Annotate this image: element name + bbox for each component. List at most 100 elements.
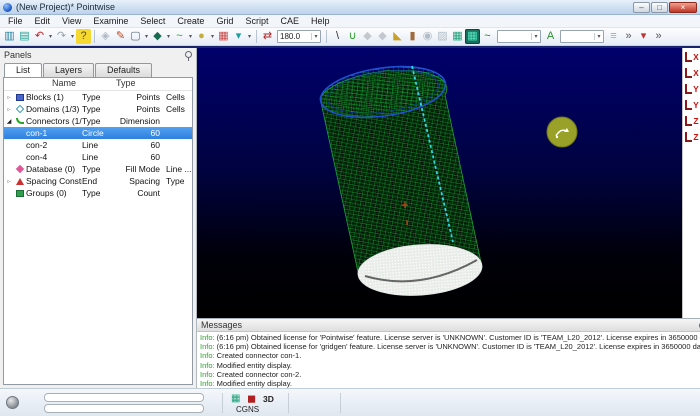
dimension-combo-2[interactable]: ▾: [560, 30, 604, 43]
expander-icon[interactable]: ▹: [4, 178, 14, 185]
messages-title: Messages: [201, 320, 699, 330]
expander-icon[interactable]: ◢: [4, 118, 14, 125]
surface-a-icon[interactable]: ◆: [360, 29, 375, 44]
view-minus-x-button[interactable]: X: [684, 65, 700, 80]
tab-layers[interactable]: Layers: [43, 63, 94, 77]
view-minus-z-button[interactable]: Z: [684, 129, 700, 144]
tree-row-con-2[interactable]: con-2Line60: [4, 139, 192, 151]
expander-icon[interactable]: ▹: [4, 106, 14, 113]
save-icon[interactable]: ▥: [2, 29, 17, 44]
panels-header: Panels: [0, 48, 196, 61]
tree-item-label: con-1: [26, 128, 82, 138]
info-tag: Info:: [200, 379, 215, 388]
unstructured-domain-icon[interactable]: ▦: [465, 29, 480, 44]
tree-item-label: Groups (0): [26, 188, 82, 198]
message-line: Info: Modified entity display.: [200, 361, 700, 370]
overflow-b-icon[interactable]: »: [651, 29, 666, 44]
close-button[interactable]: ×: [669, 2, 697, 13]
layers-icon[interactable]: ≡: [606, 29, 621, 44]
spacing-mask-icon[interactable]: ▾: [636, 29, 651, 44]
structured-domain-icon[interactable]: ▦: [450, 29, 465, 44]
view-minus-y-button[interactable]: Y: [684, 97, 700, 112]
toolbar-separator: [326, 30, 327, 43]
view-cube-icon[interactable]: ▢: [128, 29, 143, 44]
view-plus-y-button[interactable]: Y: [684, 81, 700, 96]
revolve-icon[interactable]: ◉: [420, 29, 435, 44]
menu-help[interactable]: Help: [305, 16, 336, 26]
create-point-icon[interactable]: ●: [194, 29, 209, 44]
tree-item-label: Spacing Constrai...: [26, 176, 82, 186]
chevron-down-icon[interactable]: ▾: [165, 33, 172, 40]
groups-icon: [14, 190, 26, 197]
connector-dimension-icon[interactable]: ~: [480, 29, 495, 44]
angle-combo[interactable]: 180.0▾: [277, 30, 321, 43]
solid-block-icon[interactable]: ▮: [405, 29, 420, 44]
redo-icon[interactable]: ↷: [54, 29, 69, 44]
help-icon[interactable]: ?: [76, 29, 91, 44]
tree-row-groups-0-[interactable]: Groups (0)TypeCount: [4, 187, 192, 199]
display-style-icon[interactable]: ✎: [113, 29, 128, 44]
menu-cae[interactable]: CAE: [274, 16, 305, 26]
chevron-down-icon[interactable]: ▾: [209, 33, 216, 40]
spacing-dimension-icon[interactable]: A: [543, 29, 558, 44]
chevron-down-icon[interactable]: ▾: [246, 33, 253, 40]
message-line: Info: Modified entity display.: [200, 379, 700, 388]
create-curve-icon[interactable]: ~: [172, 29, 187, 44]
expander-icon[interactable]: ▹: [4, 94, 14, 101]
tree-row-spacing-constrai-[interactable]: ▹Spacing Constrai...EndSpacingType: [4, 175, 192, 187]
chevron-down-icon[interactable]: ▾: [311, 33, 320, 40]
tree-row-con-4[interactable]: con-4Line60: [4, 151, 192, 163]
tree-item-col4: Line ...: [160, 164, 192, 174]
status-progress-bottom: [44, 404, 204, 413]
tree-row-connectors-1-3-[interactable]: ◢Connectors (1/3)TypeDimension: [4, 115, 192, 127]
mesh-gray-icon[interactable]: ▨: [435, 29, 450, 44]
info-tag: Info:: [200, 333, 215, 342]
mass-properties-icon[interactable]: ◈: [98, 29, 113, 44]
menu-select[interactable]: Select: [134, 16, 171, 26]
chevron-down-icon[interactable]: ▾: [594, 33, 603, 40]
toolbar-separator: [256, 30, 257, 43]
column-type[interactable]: Type: [116, 78, 136, 90]
select-mask-icon[interactable]: ▾: [231, 29, 246, 44]
tree-row-domains-1-3-[interactable]: ▹Domains (1/3)TypePointsCells: [4, 103, 192, 115]
rgb-grid-icon[interactable]: ▦: [216, 29, 231, 44]
menu-grid[interactable]: Grid: [210, 16, 239, 26]
maximize-button[interactable]: □: [651, 2, 668, 13]
view-plus-z-button[interactable]: Z: [684, 113, 700, 128]
menu-create[interactable]: Create: [171, 16, 210, 26]
tree-item-label: Domains (1/3): [26, 104, 82, 114]
surface-b-icon[interactable]: ◆: [375, 29, 390, 44]
menu-edit[interactable]: Edit: [29, 16, 57, 26]
tree-item-label: con-2: [26, 140, 82, 150]
tree-row-database-0-[interactable]: Database (0)TypeFill ModeLine ...: [4, 163, 192, 175]
chevron-down-icon[interactable]: ▾: [187, 33, 194, 40]
chevron-down-icon[interactable]: ▾: [531, 33, 540, 40]
undo-icon[interactable]: ↶: [32, 29, 47, 44]
panel-tabs: ListLayersDefaults: [0, 61, 196, 77]
extrude-icon[interactable]: ◣: [390, 29, 405, 44]
two-point-line-icon[interactable]: \: [330, 29, 345, 44]
tab-list[interactable]: List: [4, 63, 42, 77]
menu-view[interactable]: View: [56, 16, 87, 26]
status-bar: ▦ ◼ 3D CGNS: [0, 388, 700, 416]
pin-icon[interactable]: [185, 51, 192, 58]
rotate-view-icon[interactable]: ⇄: [260, 29, 275, 44]
menu-file[interactable]: File: [2, 16, 29, 26]
arc-tool-icon[interactable]: ∪: [345, 29, 360, 44]
tree-row-blocks-1-[interactable]: ▹Blocks (1)TypePointsCells: [4, 91, 192, 103]
viewport-3d[interactable]: [197, 48, 682, 318]
menu-examine[interactable]: Examine: [87, 16, 134, 26]
minimize-button[interactable]: –: [633, 2, 650, 13]
menu-script[interactable]: Script: [239, 16, 274, 26]
overflow-a-icon[interactable]: »: [621, 29, 636, 44]
copy-paste-icon[interactable]: ▤: [17, 29, 32, 44]
tree-row-con-1[interactable]: con-1Circle60: [4, 127, 192, 139]
examine-icon[interactable]: ◆: [150, 29, 165, 44]
column-name[interactable]: Name: [52, 78, 76, 90]
chevron-down-icon[interactable]: ▾: [69, 33, 76, 40]
chevron-down-icon[interactable]: ▾: [47, 33, 54, 40]
chevron-down-icon[interactable]: ▾: [143, 33, 150, 40]
dimension-combo-1[interactable]: ▾: [497, 30, 541, 43]
tab-defaults[interactable]: Defaults: [95, 63, 152, 77]
view-plus-x-button[interactable]: X: [684, 49, 700, 64]
